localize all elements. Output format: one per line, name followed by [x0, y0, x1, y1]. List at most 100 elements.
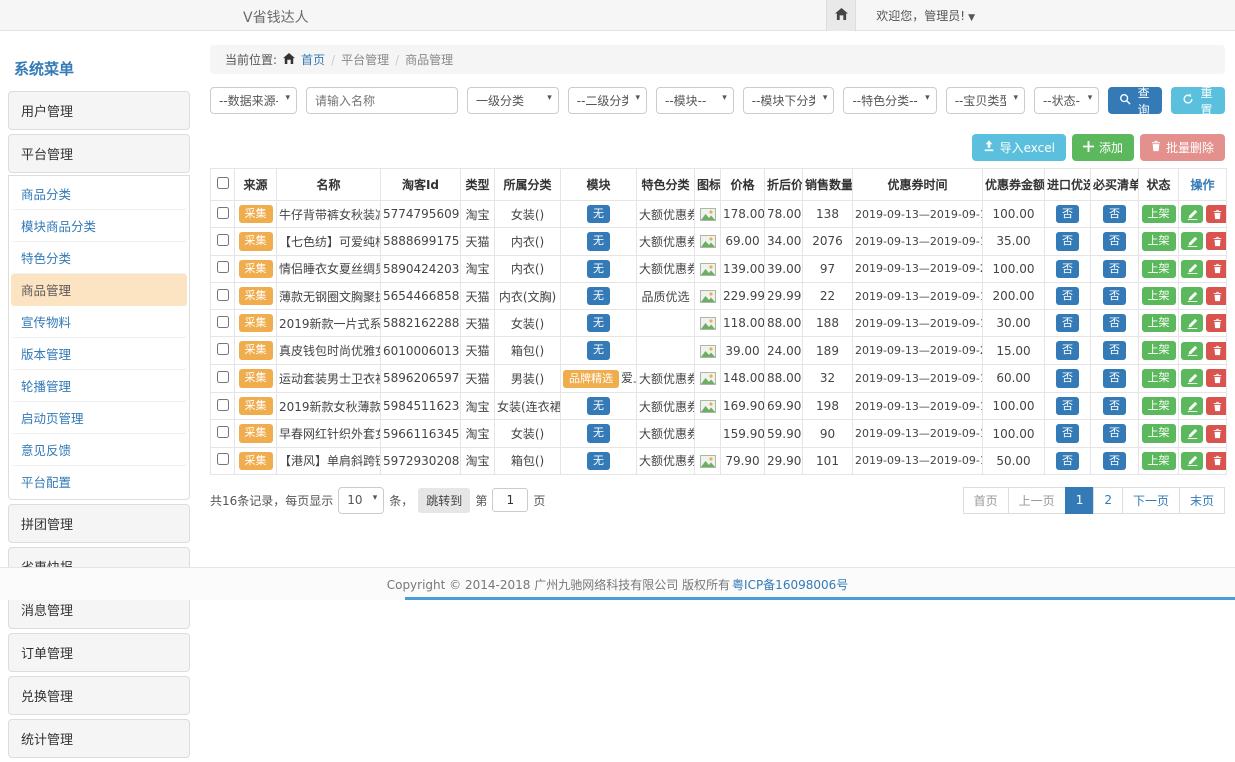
- delete-button[interactable]: [1206, 342, 1227, 360]
- edit-button[interactable]: [1181, 314, 1203, 332]
- row-checkbox[interactable]: [217, 289, 229, 301]
- sidebar-submenu-item[interactable]: 商品管理: [11, 274, 187, 306]
- sidebar-submenu-item[interactable]: 轮播管理: [11, 370, 187, 402]
- edit-button[interactable]: [1181, 232, 1203, 250]
- filter-select-7[interactable]: --宝贝类型--: [946, 87, 1025, 114]
- row-checkbox[interactable]: [217, 207, 229, 219]
- filter-select-8[interactable]: --状态--: [1034, 87, 1099, 114]
- must-buy-badge[interactable]: 否: [1103, 341, 1126, 359]
- edit-button[interactable]: [1181, 425, 1203, 443]
- sidebar-submenu-item[interactable]: 模块商品分类: [11, 210, 187, 242]
- search-button[interactable]: 查询: [1108, 87, 1162, 114]
- row-checkbox[interactable]: [217, 234, 229, 246]
- delete-button[interactable]: [1206, 397, 1227, 415]
- import-select-badge[interactable]: 否: [1056, 369, 1079, 387]
- status-badge[interactable]: 上架: [1142, 341, 1176, 359]
- must-buy-badge[interactable]: 否: [1103, 397, 1126, 415]
- row-checkbox[interactable]: [217, 399, 229, 411]
- edit-button[interactable]: [1181, 452, 1203, 470]
- edit-button[interactable]: [1181, 397, 1203, 415]
- sidebar-group-item-0[interactable]: 用户管理: [8, 91, 190, 130]
- reset-button[interactable]: 重置: [1171, 87, 1225, 114]
- must-buy-badge[interactable]: 否: [1103, 205, 1126, 223]
- filter-select-0[interactable]: --数据来源--: [210, 87, 297, 114]
- edit-button[interactable]: [1181, 205, 1203, 223]
- home-button[interactable]: [826, 0, 856, 31]
- must-buy-badge[interactable]: 否: [1103, 424, 1126, 442]
- sidebar-submenu-item[interactable]: 意见反馈: [11, 434, 187, 466]
- row-checkbox[interactable]: [217, 426, 229, 438]
- row-checkbox[interactable]: [217, 371, 229, 383]
- import-select-badge[interactable]: 否: [1056, 314, 1079, 332]
- status-badge[interactable]: 上架: [1142, 260, 1176, 278]
- sidebar-group-item-bottom-4[interactable]: 兑换管理: [8, 676, 190, 715]
- import-select-badge[interactable]: 否: [1056, 341, 1079, 359]
- import-select-badge[interactable]: 否: [1056, 205, 1079, 223]
- sidebar-submenu-item[interactable]: 版本管理: [11, 338, 187, 370]
- page-button-末页[interactable]: 末页: [1179, 487, 1225, 514]
- status-badge[interactable]: 上架: [1142, 369, 1176, 387]
- delete-button[interactable]: [1206, 232, 1227, 250]
- edit-button[interactable]: [1181, 287, 1203, 305]
- status-badge[interactable]: 上架: [1142, 205, 1176, 223]
- status-badge[interactable]: 上架: [1142, 314, 1176, 332]
- sidebar-group-item-bottom-5[interactable]: 统计管理: [8, 719, 190, 758]
- name-search-input[interactable]: [306, 87, 458, 114]
- sidebar-group-item-bottom-0[interactable]: 拼团管理: [8, 504, 190, 543]
- status-badge[interactable]: 上架: [1142, 424, 1176, 442]
- delete-button[interactable]: [1206, 452, 1227, 470]
- import-select-badge[interactable]: 否: [1056, 397, 1079, 415]
- status-badge[interactable]: 上架: [1142, 232, 1176, 250]
- must-buy-badge[interactable]: 否: [1103, 314, 1126, 332]
- select-all-checkbox[interactable]: [217, 177, 229, 189]
- edit-button[interactable]: [1181, 369, 1203, 387]
- breadcrumb-home-link[interactable]: 首页: [301, 51, 325, 68]
- import-select-badge[interactable]: 否: [1056, 287, 1079, 305]
- sidebar-submenu-item[interactable]: 商品分类: [11, 178, 187, 210]
- filter-select-4[interactable]: --模块--: [656, 87, 734, 114]
- edit-button[interactable]: [1181, 342, 1203, 360]
- page-button-首页[interactable]: 首页: [963, 487, 1009, 514]
- import-select-badge[interactable]: 否: [1056, 260, 1079, 278]
- must-buy-badge[interactable]: 否: [1103, 452, 1126, 470]
- filter-select-6[interactable]: --特色分类--: [843, 87, 936, 114]
- status-badge[interactable]: 上架: [1142, 397, 1176, 415]
- delete-button[interactable]: [1206, 314, 1227, 332]
- filter-select-2[interactable]: 一级分类: [467, 87, 559, 114]
- filter-select-3[interactable]: --二级分类--: [568, 87, 647, 114]
- delete-button[interactable]: [1206, 205, 1227, 223]
- row-checkbox[interactable]: [217, 316, 229, 328]
- sidebar-submenu-item[interactable]: 特色分类: [11, 242, 187, 274]
- per-page-select[interactable]: 10: [338, 487, 384, 514]
- row-checkbox[interactable]: [217, 453, 229, 465]
- import-select-badge[interactable]: 否: [1056, 452, 1079, 470]
- row-checkbox[interactable]: [217, 261, 229, 273]
- must-buy-badge[interactable]: 否: [1103, 369, 1126, 387]
- sidebar-submenu-item[interactable]: 启动页管理: [11, 402, 187, 434]
- edit-button[interactable]: [1181, 260, 1203, 278]
- must-buy-badge[interactable]: 否: [1103, 260, 1126, 278]
- sidebar-submenu-item[interactable]: 平台配置: [11, 466, 187, 497]
- jump-page-input[interactable]: [492, 488, 528, 512]
- icp-link[interactable]: 粤ICP备16098006号: [732, 576, 848, 593]
- sidebar-group-item-bottom-3[interactable]: 订单管理: [8, 633, 190, 672]
- sidebar-group-item-1[interactable]: 平台管理: [8, 134, 190, 173]
- page-button-下一页[interactable]: 下一页: [1122, 487, 1180, 514]
- import-excel-button[interactable]: 导入excel: [972, 134, 1066, 161]
- delete-button[interactable]: [1206, 425, 1227, 443]
- import-select-badge[interactable]: 否: [1056, 424, 1079, 442]
- delete-button[interactable]: [1206, 369, 1227, 387]
- delete-button[interactable]: [1206, 287, 1227, 305]
- page-button-上一页[interactable]: 上一页: [1008, 487, 1066, 514]
- status-badge[interactable]: 上架: [1142, 287, 1176, 305]
- page-button-2[interactable]: 2: [1093, 487, 1123, 514]
- delete-button[interactable]: [1206, 260, 1227, 278]
- jump-button[interactable]: 跳转到: [418, 488, 470, 513]
- batch-delete-button[interactable]: 批量删除: [1140, 134, 1225, 161]
- must-buy-badge[interactable]: 否: [1103, 232, 1126, 250]
- must-buy-badge[interactable]: 否: [1103, 287, 1126, 305]
- row-checkbox[interactable]: [217, 343, 229, 355]
- filter-select-5[interactable]: --模块下分类--: [743, 87, 835, 114]
- add-button[interactable]: 添加: [1072, 134, 1134, 161]
- import-select-badge[interactable]: 否: [1056, 232, 1079, 250]
